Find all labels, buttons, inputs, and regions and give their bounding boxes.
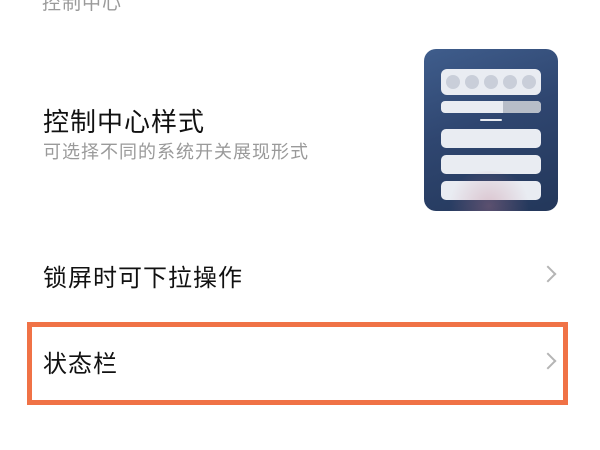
chevron-right-icon bbox=[539, 352, 557, 370]
preview-slider-fill bbox=[503, 101, 541, 113]
preview-toggle-dot bbox=[446, 75, 460, 89]
control-center-style-title: 控制中心样式 bbox=[43, 108, 206, 138]
preview-toggle-dot bbox=[484, 75, 498, 89]
lockscreen-pulldown-label: 锁屏时可下拉操作 bbox=[43, 264, 243, 292]
control-center-preview-thumbnail[interactable] bbox=[424, 49, 558, 211]
preview-toggle-row bbox=[441, 69, 541, 95]
lockscreen-pulldown-row[interactable]: 锁屏时可下拉操作 bbox=[0, 238, 600, 308]
control-center-style-row[interactable]: 控制中心样式 可选择不同的系统开关展现形式 bbox=[0, 40, 600, 225]
preview-brightness-slider bbox=[441, 101, 541, 113]
preview-toggle-dot bbox=[465, 75, 479, 89]
preview-tile bbox=[441, 129, 541, 148]
preview-handle bbox=[480, 119, 502, 121]
control-center-style-subtitle: 可选择不同的系统开关展现形式 bbox=[43, 142, 309, 163]
settings-page: 控制中心 控制中心样式 可选择不同的系统开关展现形式 锁屏时可下拉操作 状态栏 bbox=[0, 0, 600, 450]
preview-tile bbox=[441, 181, 541, 200]
preview-tile bbox=[441, 155, 541, 174]
preview-toggle-dot bbox=[522, 75, 536, 89]
chevron-right-icon bbox=[539, 265, 557, 283]
status-bar-label: 状态栏 bbox=[43, 350, 118, 378]
status-bar-row[interactable]: 状态栏 bbox=[0, 328, 600, 398]
section-header: 控制中心 bbox=[42, 0, 123, 14]
preview-toggle-dot bbox=[503, 75, 517, 89]
